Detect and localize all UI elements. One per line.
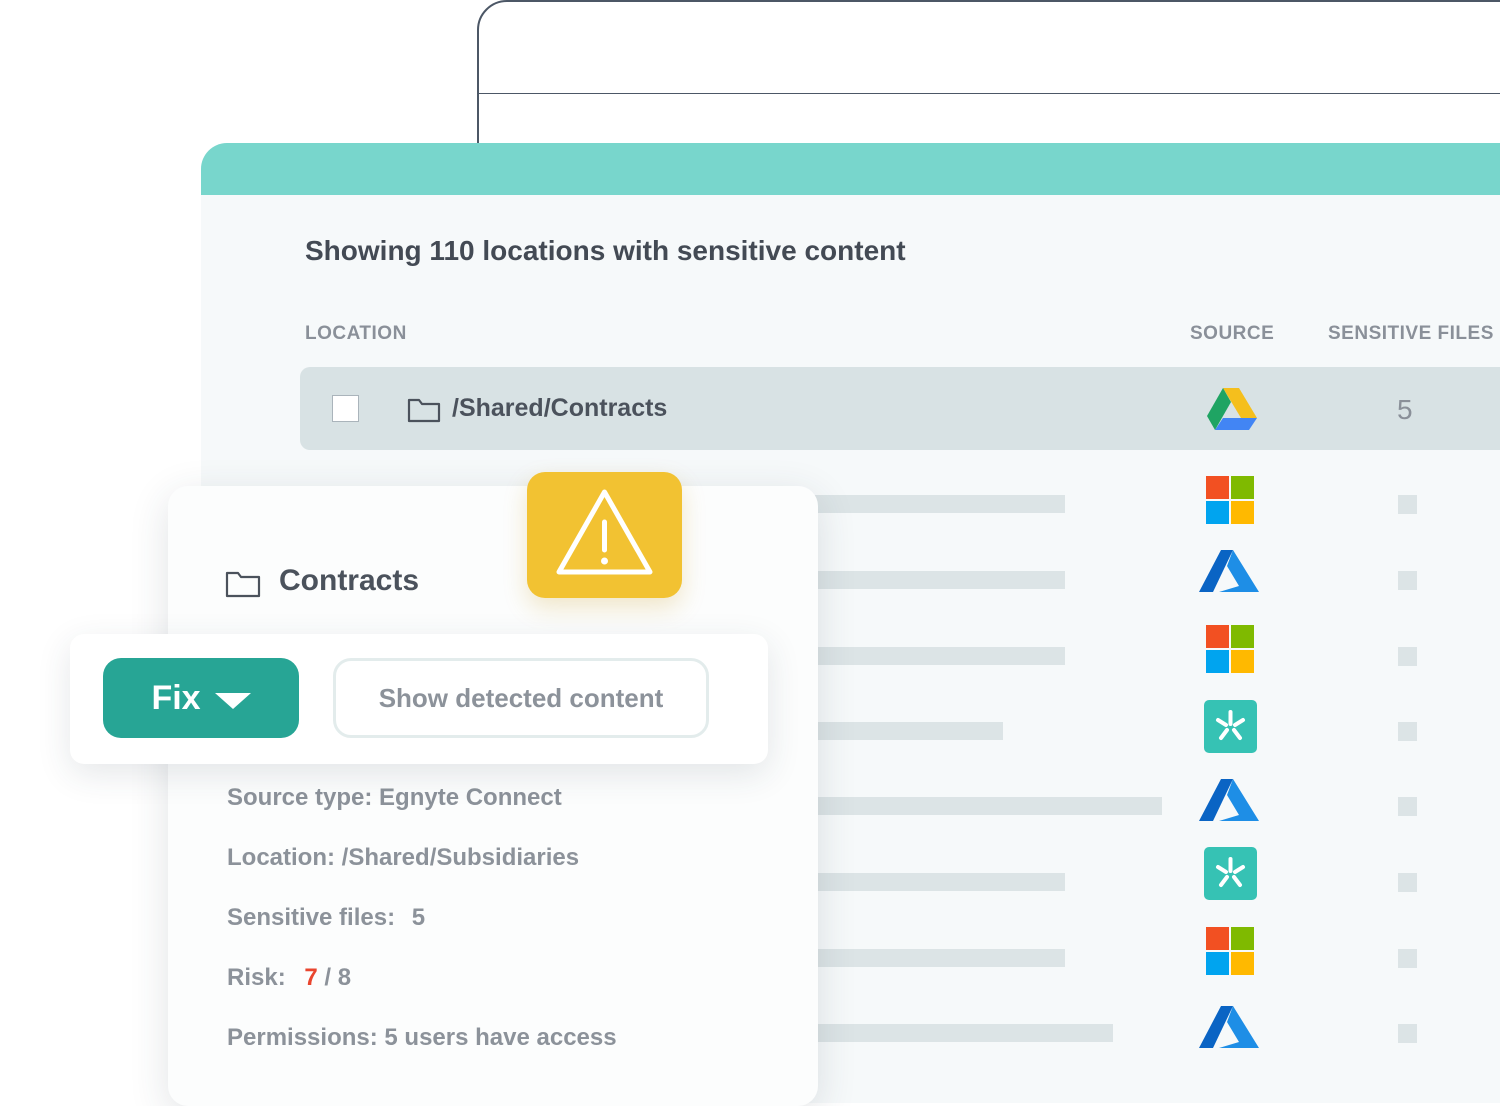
table-row-selected[interactable]: /Shared/Contracts 5	[300, 367, 1500, 450]
placeholder-bar	[791, 722, 1003, 740]
page-title: Showing 110 locations with sensitive con…	[305, 235, 906, 266]
row-checkbox[interactable]	[332, 395, 359, 422]
detail-source-type: Source type: Egnyte Connect	[227, 784, 562, 811]
card-title: Contracts	[279, 564, 420, 597]
detail-permissions: Permissions: 5 users have access	[227, 1024, 617, 1051]
detail-sensitive-files: Sensitive files: 5	[227, 904, 425, 932]
placeholder-count	[1398, 949, 1417, 968]
folder-icon	[225, 571, 261, 598]
row-location-path[interactable]: /Shared/Contracts	[452, 394, 667, 423]
egnyte-icon	[1204, 847, 1257, 900]
detail-risk: Risk: 7 / 8	[227, 964, 351, 992]
show-detected-content-button[interactable]: Show detected content	[333, 658, 709, 738]
google-drive-icon	[1207, 388, 1257, 430]
placeholder-bar	[791, 873, 1065, 891]
placeholder-bar	[791, 949, 1065, 967]
placeholder-count	[1398, 873, 1417, 892]
column-header-source[interactable]: SOURCE	[1190, 323, 1274, 345]
placeholder-count	[1398, 647, 1417, 666]
microsoft-icon	[1206, 476, 1254, 524]
placeholder-count	[1398, 722, 1417, 741]
warning-icon	[556, 489, 653, 575]
column-header-sensitive-files[interactable]: SENSITIVE FILES	[1328, 323, 1494, 345]
sensitive-files-label: Sensitive files:	[227, 904, 396, 931]
folder-icon	[407, 398, 441, 423]
location-detail-card: Contracts Source type: Egnyte Connect Lo…	[168, 486, 818, 1106]
warning-badge	[527, 472, 682, 598]
row-sensitive-count: 5	[1397, 394, 1413, 425]
placeholder-count	[1398, 571, 1417, 590]
placeholder-bar	[791, 495, 1065, 513]
placeholder-bar	[791, 1024, 1113, 1042]
column-header-location[interactable]: LOCATION	[305, 323, 407, 345]
placeholder-count	[1398, 1024, 1417, 1043]
risk-label: Risk:	[227, 964, 286, 991]
fix-button-label: Fix	[151, 678, 201, 717]
risk-value: 7	[304, 964, 318, 991]
placeholder-bar	[791, 797, 1162, 815]
microsoft-icon	[1206, 927, 1254, 975]
azure-icon	[1199, 779, 1259, 821]
panel-header-bar	[201, 143, 1500, 195]
azure-icon	[1199, 550, 1259, 592]
action-bar: Fix Show detected content	[70, 634, 768, 764]
placeholder-count	[1398, 797, 1417, 816]
placeholder-count	[1398, 495, 1417, 514]
placeholder-bar	[791, 647, 1065, 665]
azure-icon	[1199, 1006, 1259, 1048]
placeholder-bar	[791, 571, 1065, 589]
detail-location: Location: /Shared/Subsidiaries	[227, 844, 580, 871]
chevron-down-icon	[214, 693, 251, 709]
egnyte-icon	[1204, 700, 1257, 753]
window-divider	[479, 93, 1500, 94]
microsoft-icon	[1206, 625, 1254, 673]
sensitive-files-value: 5	[411, 904, 426, 931]
fix-dropdown-button[interactable]: Fix	[103, 658, 299, 738]
risk-max: / 8	[324, 964, 352, 991]
